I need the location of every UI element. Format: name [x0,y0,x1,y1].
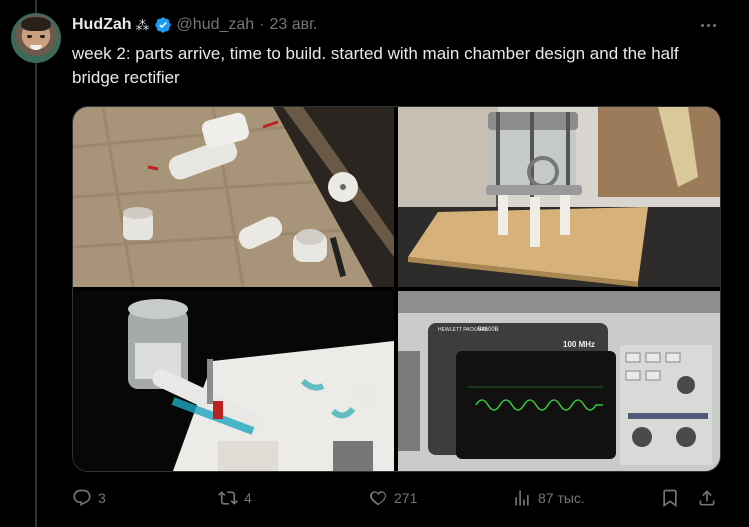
avatar[interactable] [11,13,61,63]
like-button[interactable]: 271 [368,486,417,510]
photo-oscilloscope[interactable]: HEWLETT PACKARD 54600B 100 MHz [398,291,720,471]
photo-pvc-cement[interactable] [73,291,394,471]
more-options-icon[interactable] [697,15,719,35]
thread-line [35,0,37,527]
reply-icon [73,489,91,507]
photo-main-chamber[interactable] [398,107,720,287]
repost-button[interactable]: 4 [218,486,252,510]
oscilloscope-model-label: 54600B [478,327,499,333]
tweet-actions: 3 4 271 87 тыс. [72,486,722,510]
share-icon [699,490,715,506]
bookmark-icon [663,489,677,508]
avatar-hair [21,17,51,31]
separator: · [259,16,265,33]
heart-icon [369,491,387,506]
avatar-mouth [30,45,42,50]
analytics-icon [515,490,529,506]
verified-badge-icon[interactable] [154,16,172,34]
oscilloscope-bandwidth-label: 100 MHz [563,340,595,349]
display-name[interactable]: HudZah [72,16,132,34]
photo-pvc-parts[interactable] [73,107,394,287]
tweet-text: week 2: parts arrive, time to build. sta… [72,44,679,87]
tweet-header: HudZah ⁂ @hud_zah · 23 авг. [72,14,317,36]
bookmark-button[interactable] [660,486,680,510]
reply-button[interactable]: 3 [72,486,106,510]
avatar-eye [40,35,45,38]
repost-count: 4 [244,490,252,506]
views-count: 87 тыс. [538,490,585,506]
views-button[interactable]: 87 тыс. [512,486,585,510]
timestamp[interactable]: 23 авг. [270,16,318,34]
repost-icon [218,491,238,505]
like-count: 271 [394,490,418,506]
media-grid: HEWLETT PACKARD 54600B 100 MHz [72,106,721,472]
share-button[interactable] [697,486,717,510]
reply-count: 3 [98,490,106,506]
name-emoji: ⁂ [135,16,150,33]
avatar-eye [27,35,32,38]
handle[interactable]: @hud_zah [177,16,255,34]
